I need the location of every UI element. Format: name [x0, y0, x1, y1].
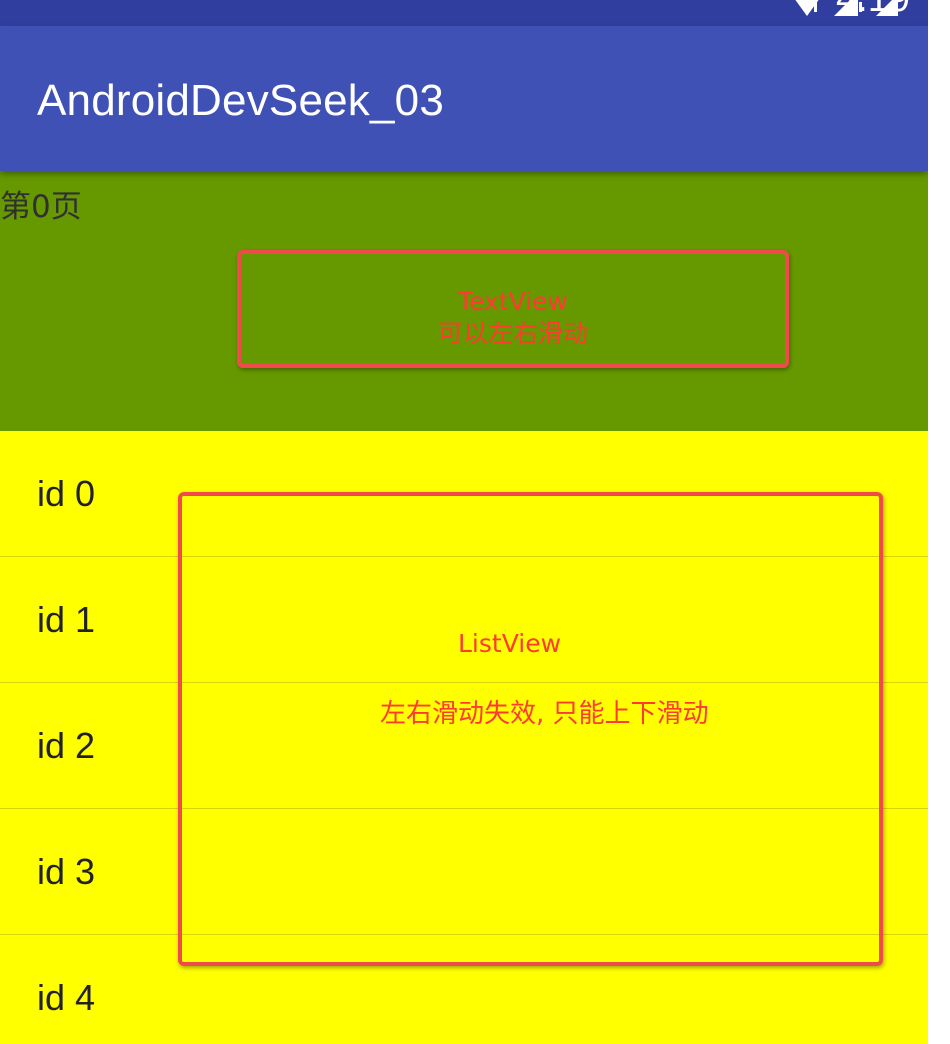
- page-label: 第0页: [0, 189, 82, 225]
- textview-annotation-title: TextView: [458, 287, 568, 316]
- app-screen: 4:19 AndroidDevSeek_03 第0页 TextView 可以左右…: [0, 0, 928, 1044]
- app-bar: AndroidDevSeek_03: [0, 26, 928, 171]
- textview-annotation-box: TextView 可以左右滑动: [237, 250, 789, 368]
- listview-annotation-title: ListView: [458, 629, 562, 658]
- textview-annotation-note: 可以左右滑动: [437, 319, 588, 348]
- listview-annotation-box: ListView 左右滑动失效, 只能上下滑动: [178, 492, 883, 966]
- list-item-label: id 2: [37, 725, 96, 766]
- view-pager[interactable]: 第0页 TextView 可以左右滑动: [0, 171, 928, 431]
- list-item-label: id 0: [37, 473, 96, 514]
- status-clock: 4:19: [836, 0, 910, 21]
- app-title: AndroidDevSeek_03: [37, 76, 445, 125]
- screenshot-margin: [928, 0, 950, 1044]
- list-item-label: id 4: [37, 977, 96, 1018]
- status-bar: 4:19: [0, 0, 928, 26]
- listview-annotation-note: 左右滑动失效, 只能上下滑动: [380, 699, 709, 729]
- wifi-icon: [792, 0, 822, 18]
- list-item-label: id 3: [37, 851, 96, 892]
- list-view[interactable]: id 0 id 1 id 2 id 3 id 4 ListView 左右滑动失效…: [0, 431, 928, 1044]
- list-item-label: id 1: [37, 599, 96, 640]
